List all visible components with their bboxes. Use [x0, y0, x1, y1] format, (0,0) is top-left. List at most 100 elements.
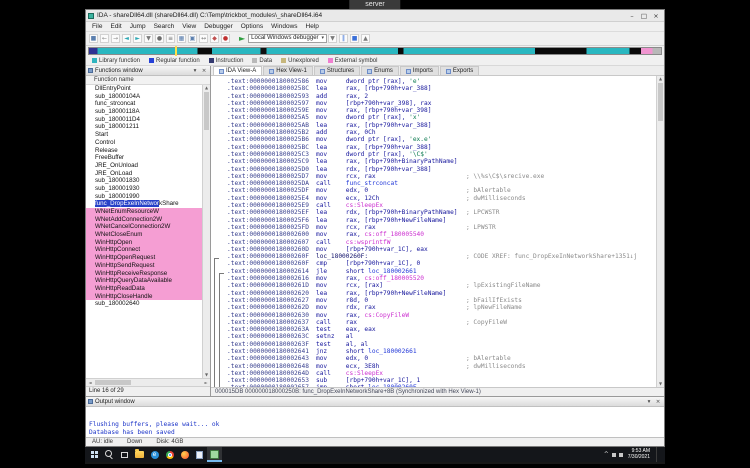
function-row-sub-1800011d4[interactable]: sub_1800011D4 — [86, 116, 202, 124]
function-row-winhttpopenrequest[interactable]: WinHttpOpenRequest — [86, 254, 202, 262]
tab-enums[interactable]: Enums — [361, 66, 399, 75]
function-row-sub-180002640[interactable]: sub_180002640 — [86, 300, 202, 308]
debugger-menu-icon[interactable]: ▼ — [328, 34, 337, 43]
disasm-line[interactable]: .text:0000000180002597mov [rbp+790h+var_… — [227, 100, 656, 107]
functions-horizontal-scrollbar[interactable] — [86, 378, 210, 386]
disasm-line[interactable]: .text:000000018000262Dmov rdx, rax; lpNe… — [227, 304, 656, 311]
function-row-winhttpreaddata[interactable]: WinHttpReadData — [86, 285, 202, 293]
menu-view[interactable]: View — [178, 23, 200, 30]
disasm-line[interactable]: .text:0000000180002630mov rax, cs:CopyFi… — [227, 312, 656, 319]
tab-imports[interactable]: Imports — [400, 66, 439, 75]
function-row-dllentrypoint[interactable]: DllEntryPoint — [86, 85, 202, 93]
disasm-line[interactable]: .text:0000000180002614jle short loc_1800… — [227, 268, 656, 275]
disasm-line[interactable]: .text:00000001800025ABlea rax, [rbp+790h… — [227, 122, 656, 129]
maximize-button[interactable]: □ — [638, 11, 650, 21]
function-row-wnetenumresourcew[interactable]: WNetEnumResourceW — [86, 208, 202, 216]
disasm-line[interactable]: .text:0000000180002593add rax, 2 — [227, 93, 656, 100]
function-row-func-strconcat[interactable]: func_strconcat — [86, 100, 202, 108]
disasm-line[interactable]: .text:00000001800025F6lea rax, [rbp+790h… — [227, 217, 656, 224]
disasm-line[interactable]: .text:00000001800025B2add rax, 0Ch — [227, 129, 656, 136]
menu-edit[interactable]: Edit — [106, 23, 125, 30]
disasm-line[interactable]: .text:0000000180002607call cs:wsprintfW — [227, 239, 656, 246]
disasm-line[interactable]: .text:000000018000264Dcall cs:SleepEx — [227, 370, 656, 377]
scroll-right-icon[interactable] — [202, 380, 210, 385]
disasm-line[interactable]: .text:0000000180002620lea rax, [rbp+790h… — [227, 290, 656, 297]
breakpoint-icon[interactable]: ● — [221, 34, 230, 43]
tab-structures[interactable]: Structures — [314, 66, 360, 75]
function-row-winhttpreceiveresponse[interactable]: WinHttpReceiveResponse — [86, 270, 202, 278]
forward-icon[interactable]: ► — [133, 34, 142, 43]
taskbar-icon-chrome[interactable] — [162, 447, 177, 462]
disasm-line[interactable]: .text:000000018000263Csetnz al — [227, 333, 656, 340]
text-search-icon[interactable]: ≡ — [166, 34, 175, 43]
function-row-sub-18000118a[interactable]: sub_18000118A — [86, 108, 202, 116]
search-icon[interactable]: ● — [155, 34, 164, 43]
output-window-titlebar[interactable]: Output window ▾× — [86, 397, 664, 407]
function-row-winhttpclosehandle[interactable]: WinHttpCloseHandle — [86, 293, 202, 301]
disasm-line[interactable]: .text:00000001800025E4mov ecx, 12Ch; dwM… — [227, 195, 656, 202]
close-button[interactable]: × — [650, 11, 662, 21]
disassembly-vertical-scrollbar[interactable] — [656, 76, 664, 387]
tray-network-icon[interactable] — [612, 453, 616, 457]
panel-menu-button[interactable]: ▾ — [645, 398, 653, 406]
disasm-line[interactable]: .text:00000001800025A5mov dword ptr [rax… — [227, 114, 656, 121]
disasm-line[interactable]: .text:000000018000258Clea rax, [rbp+790h… — [227, 85, 656, 92]
disasm-line[interactable]: .text:000000018000263Atest eax, eax — [227, 326, 656, 333]
function-row-sub-18000104a[interactable]: sub_18000104A — [86, 93, 202, 101]
tray-expand-icon[interactable]: ^ — [604, 447, 609, 462]
scroll-left-icon[interactable] — [86, 380, 94, 385]
taskbar-icon-search[interactable] — [102, 447, 117, 462]
disasm-line[interactable]: .text:0000000180002648mov ecx, 3E8h; dwM… — [227, 363, 656, 370]
disasm-line[interactable]: .text:00000001800025FDmov rcx, rax; LPWS… — [227, 224, 656, 231]
titlebar[interactable]: IDA - shareDll64.dll (shareDll64.dll) C:… — [86, 10, 664, 22]
function-row-control[interactable]: Control — [86, 139, 202, 147]
function-row-sub-180001930[interactable]: sub_180001930 — [86, 185, 202, 193]
disasm-line[interactable]: .text:0000000180002637call rax; CopyFile… — [227, 319, 656, 326]
menu-search[interactable]: Search — [150, 23, 179, 30]
undo-icon[interactable]: ← — [100, 34, 109, 43]
function-row-jre-onload[interactable]: JRE_OnLoad — [86, 170, 202, 178]
function-row-wnetcancelconnection2w[interactable]: WNetCancelConnection2W — [86, 223, 202, 231]
scrollbar-thumb[interactable] — [95, 380, 131, 385]
disasm-line[interactable]: .text:000000018000260Floc_18000260F:; CO… — [227, 253, 656, 260]
function-row-winhttpopen[interactable]: WinHttpOpen — [86, 239, 202, 247]
back-icon[interactable]: ◄ — [122, 34, 131, 43]
disasm-line[interactable]: .text:00000001800025BClea rax, [rbp+790h… — [227, 144, 656, 151]
disasm-line[interactable]: .text:000000018000261Dmov rcx, [rax]; lp… — [227, 282, 656, 289]
disasm-line[interactable]: .text:00000001800025D0lea rdx, [rbp+790h… — [227, 166, 656, 173]
disasm-line[interactable]: .text:0000000180002586mov dword ptr [rax… — [227, 78, 656, 85]
function-row-sub-180001211[interactable]: sub_180001211 — [86, 123, 202, 131]
function-row-sub-180001990[interactable]: sub_180001990 — [86, 193, 202, 201]
ida-view-a[interactable]: .text:0000000180002586mov dword ptr [rax… — [211, 76, 656, 387]
tab-hex-view-1[interactable]: Hex View-1 — [263, 66, 313, 75]
taskbar-icon-firefox[interactable] — [177, 447, 192, 462]
disasm-line[interactable]: .text:0000000180002643mov edx, 0; bAlert… — [227, 355, 656, 362]
redo-icon[interactable]: → — [111, 34, 120, 43]
functions-vertical-scrollbar[interactable] — [202, 85, 210, 378]
function-row-func-dropexeinnetworkshare[interactable]: func_DropExeInNetworkShare — [86, 200, 202, 208]
menu-debugger[interactable]: Debugger — [200, 23, 237, 30]
disasm-line[interactable]: .text:00000001800025C3mov dword ptr [rax… — [227, 151, 656, 158]
menu-file[interactable]: File — [88, 23, 106, 30]
function-row-winhttpconnect[interactable]: WinHttpConnect — [86, 246, 202, 254]
disasm-line[interactable]: .text:000000018000260Fcmp [rbp+790h+var_… — [227, 260, 656, 267]
disasm-line[interactable]: .text:000000018000260Dmov [rbp+790h+var_… — [227, 246, 656, 253]
disasm-line[interactable]: .text:00000001800025DFmov edx, 0; bAlert… — [227, 187, 656, 194]
jump-icon[interactable]: ▼ — [144, 34, 153, 43]
save-icon[interactable]: ■ — [89, 34, 98, 43]
panel-menu-button[interactable]: ▾ — [191, 67, 199, 75]
minimize-button[interactable]: – — [626, 11, 638, 21]
taskbar-icon-edge[interactable] — [147, 447, 162, 462]
navigation-band[interactable] — [88, 47, 662, 55]
action-center-button[interactable] — [656, 447, 662, 462]
taskbar-clock[interactable]: 9:53 AM 7/30/2021 — [626, 449, 652, 460]
menu-windows[interactable]: Windows — [267, 23, 301, 30]
scrollbar-thumb[interactable] — [658, 83, 663, 121]
disasm-line[interactable]: .text:0000000180002653sub [rbp+790h+var_… — [227, 377, 656, 384]
colors-icon[interactable]: ◆ — [210, 34, 219, 43]
disasm-line[interactable]: .text:000000018000263Ftest al, al — [227, 341, 656, 348]
disasm-line[interactable]: .text:00000001800025EFlea rdx, [rbp+790h… — [227, 209, 656, 216]
xrefs-icon[interactable]: ↔ — [199, 34, 208, 43]
tab-exports[interactable]: Exports — [440, 66, 479, 75]
start-debugger-button[interactable]: ► — [239, 34, 245, 43]
